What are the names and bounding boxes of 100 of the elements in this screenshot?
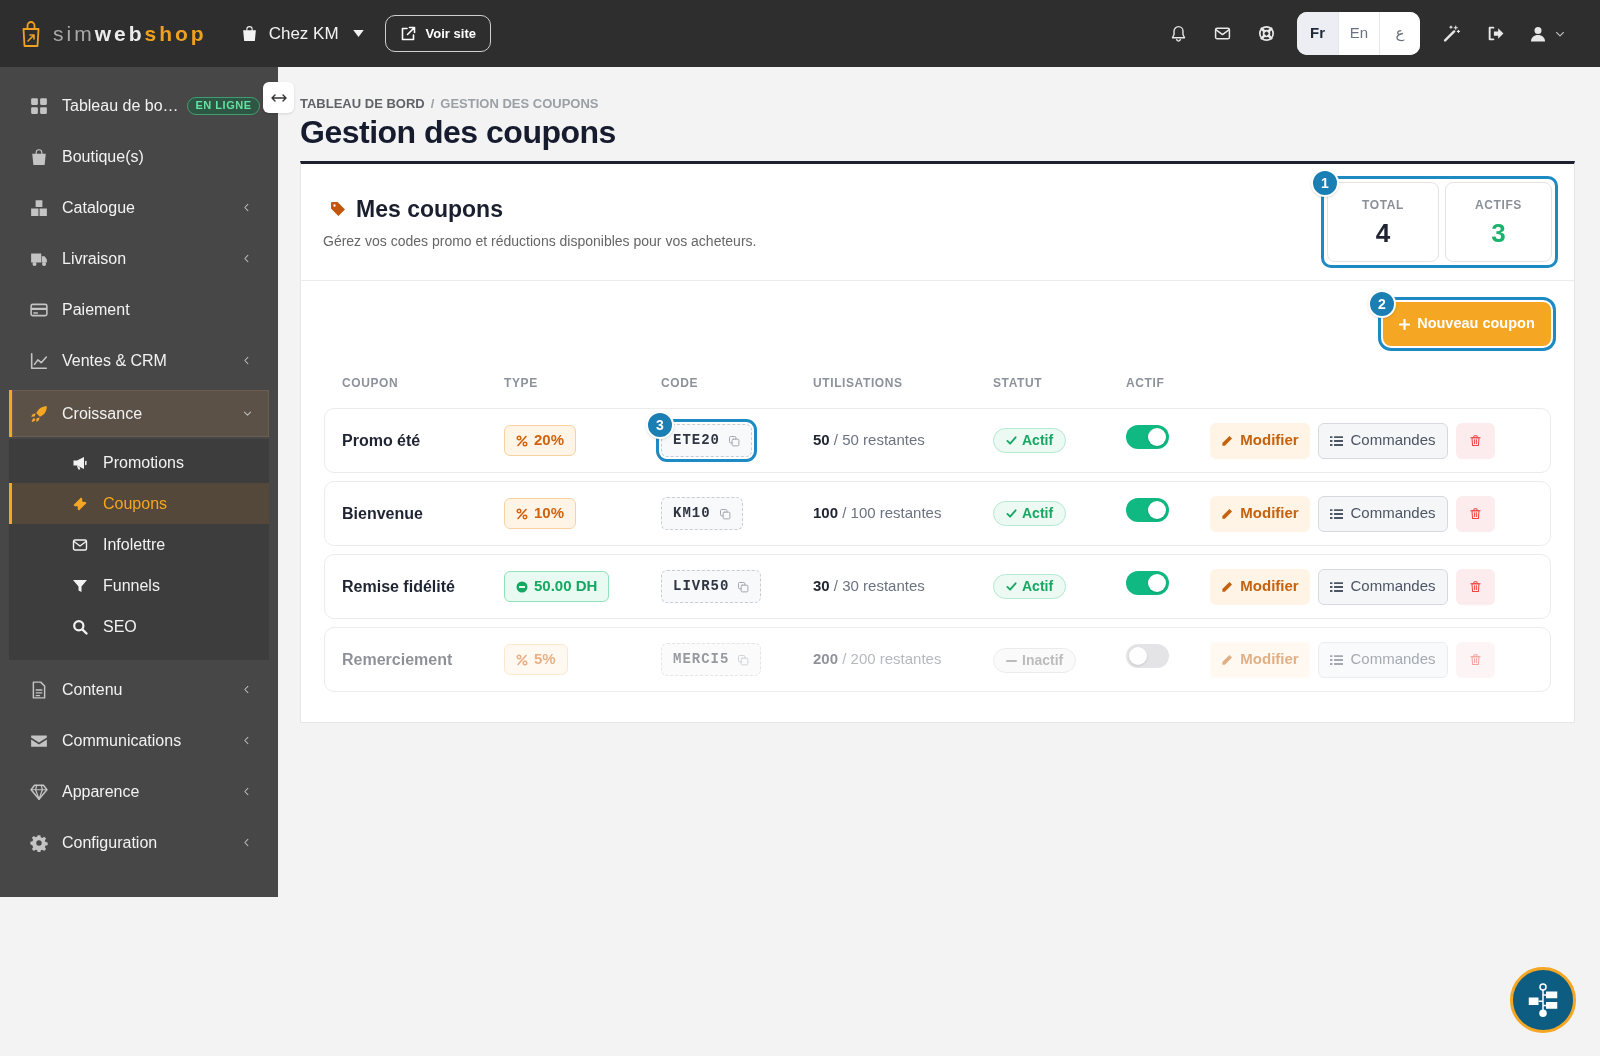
column-header: ACTIF <box>1126 375 1166 392</box>
toggle-switch[interactable] <box>1126 424 1169 449</box>
breadcrumb-separator: / <box>430 96 435 112</box>
status-label: Inactif <box>1022 651 1064 671</box>
submenu-item[interactable]: SEO <box>9 606 269 647</box>
delete-button[interactable] <box>1456 641 1495 678</box>
diamond-icon <box>30 782 48 801</box>
sidebar-item[interactable]: Catalogue <box>0 182 262 233</box>
edit-button[interactable]: Modifier <box>1210 495 1310 532</box>
search-icon <box>72 618 88 635</box>
step-badge: 2 <box>1368 290 1396 318</box>
submenu-item[interactable]: Promotions <box>9 442 269 483</box>
tag-icon <box>330 201 346 217</box>
sidebar-item[interactable]: Communications <box>0 715 262 766</box>
usage-text: 50 / 50 restantes <box>813 430 926 451</box>
toggle-switch[interactable] <box>1126 570 1169 595</box>
status-badge: EN LIGNE <box>186 96 261 115</box>
stat-label: TOTAL <box>1362 197 1404 214</box>
copy-icon[interactable] <box>737 580 750 593</box>
lifebuoy-icon[interactable] <box>1257 25 1275 42</box>
chevron-left-icon <box>241 786 252 797</box>
coupon-code: LIVR50 <box>673 577 730 596</box>
caret-down-icon <box>352 30 364 37</box>
document-icon <box>30 680 48 699</box>
sidebar-item[interactable]: Tableau de bo… EN LIGNE <box>0 80 262 131</box>
list-icon <box>1330 434 1344 447</box>
envelope-icon[interactable] <box>1213 25 1231 42</box>
chevron-down-icon <box>242 408 253 419</box>
delete-button[interactable] <box>1456 422 1495 459</box>
ticket-icon <box>72 495 88 512</box>
check-icon <box>1006 435 1017 446</box>
external-link-icon <box>399 25 416 42</box>
delete-button[interactable] <box>1456 495 1495 532</box>
sidebar-item[interactable]: Configuration <box>0 817 262 868</box>
sidebar-item[interactable]: Croissance <box>9 390 269 437</box>
discount-value: 5% <box>534 649 556 670</box>
card-subtitle: Gérez vos codes promo et réductions disponibles pour vos acheteurs. <box>323 232 757 252</box>
language-tab[interactable]: ع <box>1379 12 1420 55</box>
gear-icon <box>30 833 48 852</box>
status-label: Actif <box>1022 431 1054 450</box>
sidebar-item[interactable]: Ventes & CRM <box>0 335 262 386</box>
magic-wand-icon[interactable] <box>1442 25 1460 42</box>
column-header: COUPON <box>342 375 400 392</box>
store-selector[interactable]: Chez KM <box>240 20 364 47</box>
envelope-icon <box>72 536 88 553</box>
copy-icon[interactable] <box>728 434 740 447</box>
card-title: Mes coupons <box>356 194 503 224</box>
percent-icon <box>516 507 528 520</box>
submenu-item[interactable]: Coupons <box>9 483 269 524</box>
page-title: Gestion des coupons <box>300 114 617 150</box>
shopping-bag-icon <box>30 147 48 166</box>
column-header: TYPE <box>504 375 539 392</box>
stat-label: ACTIFS <box>1475 197 1522 214</box>
user-icon[interactable] <box>1530 25 1546 42</box>
bell-icon[interactable] <box>1169 25 1187 42</box>
double-arrow-icon <box>270 92 287 103</box>
coupon-code: ETE20 <box>673 431 720 450</box>
trash-icon <box>1470 653 1481 666</box>
toggle-switch[interactable] <box>1126 497 1169 522</box>
breadcrumb-item: GESTION DES COUPONS <box>440 96 599 112</box>
sign-out-icon[interactable] <box>1486 25 1504 42</box>
toggle-switch[interactable] <box>1126 643 1169 668</box>
edit-button[interactable]: Modifier <box>1210 422 1310 459</box>
list-icon <box>1330 507 1344 520</box>
column-header: CODE <box>661 375 700 392</box>
sidebar-toggle-button[interactable] <box>263 82 294 113</box>
usage-text: 30 / 30 restantes <box>813 576 926 597</box>
pencil-icon <box>1221 434 1234 447</box>
orders-button[interactable]: Commandes <box>1318 568 1448 605</box>
view-site-button[interactable]: Voir site <box>384 15 491 52</box>
coupon-name: Bienvenue <box>342 503 424 524</box>
orders-button[interactable]: Commandes <box>1318 422 1448 459</box>
check-icon <box>1006 581 1017 592</box>
submenu-item[interactable]: Infolettre <box>9 524 269 565</box>
sidebar-item[interactable]: Apparence <box>0 766 262 817</box>
pencil-icon <box>1221 580 1234 593</box>
check-icon <box>1006 508 1017 519</box>
usage-text: 100 / 100 restantes <box>813 503 943 524</box>
language-tab[interactable]: Fr <box>1297 12 1338 55</box>
grid-icon <box>30 96 48 115</box>
copy-icon[interactable] <box>718 507 731 520</box>
sidebar-item[interactable]: Livraison <box>0 233 262 284</box>
edit-button[interactable]: Modifier <box>1210 568 1310 605</box>
rocket-icon <box>30 404 48 423</box>
sidebar-item[interactable]: Contenu <box>0 664 262 715</box>
delete-button[interactable] <box>1456 568 1495 605</box>
step-badge: 1 <box>1311 169 1339 197</box>
submenu-item[interactable]: Funnels <box>9 565 269 606</box>
chevron-left-icon <box>241 837 252 848</box>
filter-icon <box>72 577 88 594</box>
pencil-icon <box>1221 653 1234 666</box>
logo-wordmark: simwebshop <box>53 23 207 44</box>
chevron-left-icon <box>241 684 252 695</box>
coupon-name: Remise fidélité <box>342 576 456 597</box>
orders-button[interactable]: Commandes <box>1318 495 1448 532</box>
sidebar-item[interactable]: Boutique(s) <box>0 131 262 182</box>
sidebar-item[interactable]: Paiement <box>0 284 262 335</box>
pencil-icon <box>1221 507 1234 520</box>
breadcrumb-item[interactable]: TABLEAU DE BORD <box>300 96 425 112</box>
status-label: Actif <box>1022 577 1054 596</box>
